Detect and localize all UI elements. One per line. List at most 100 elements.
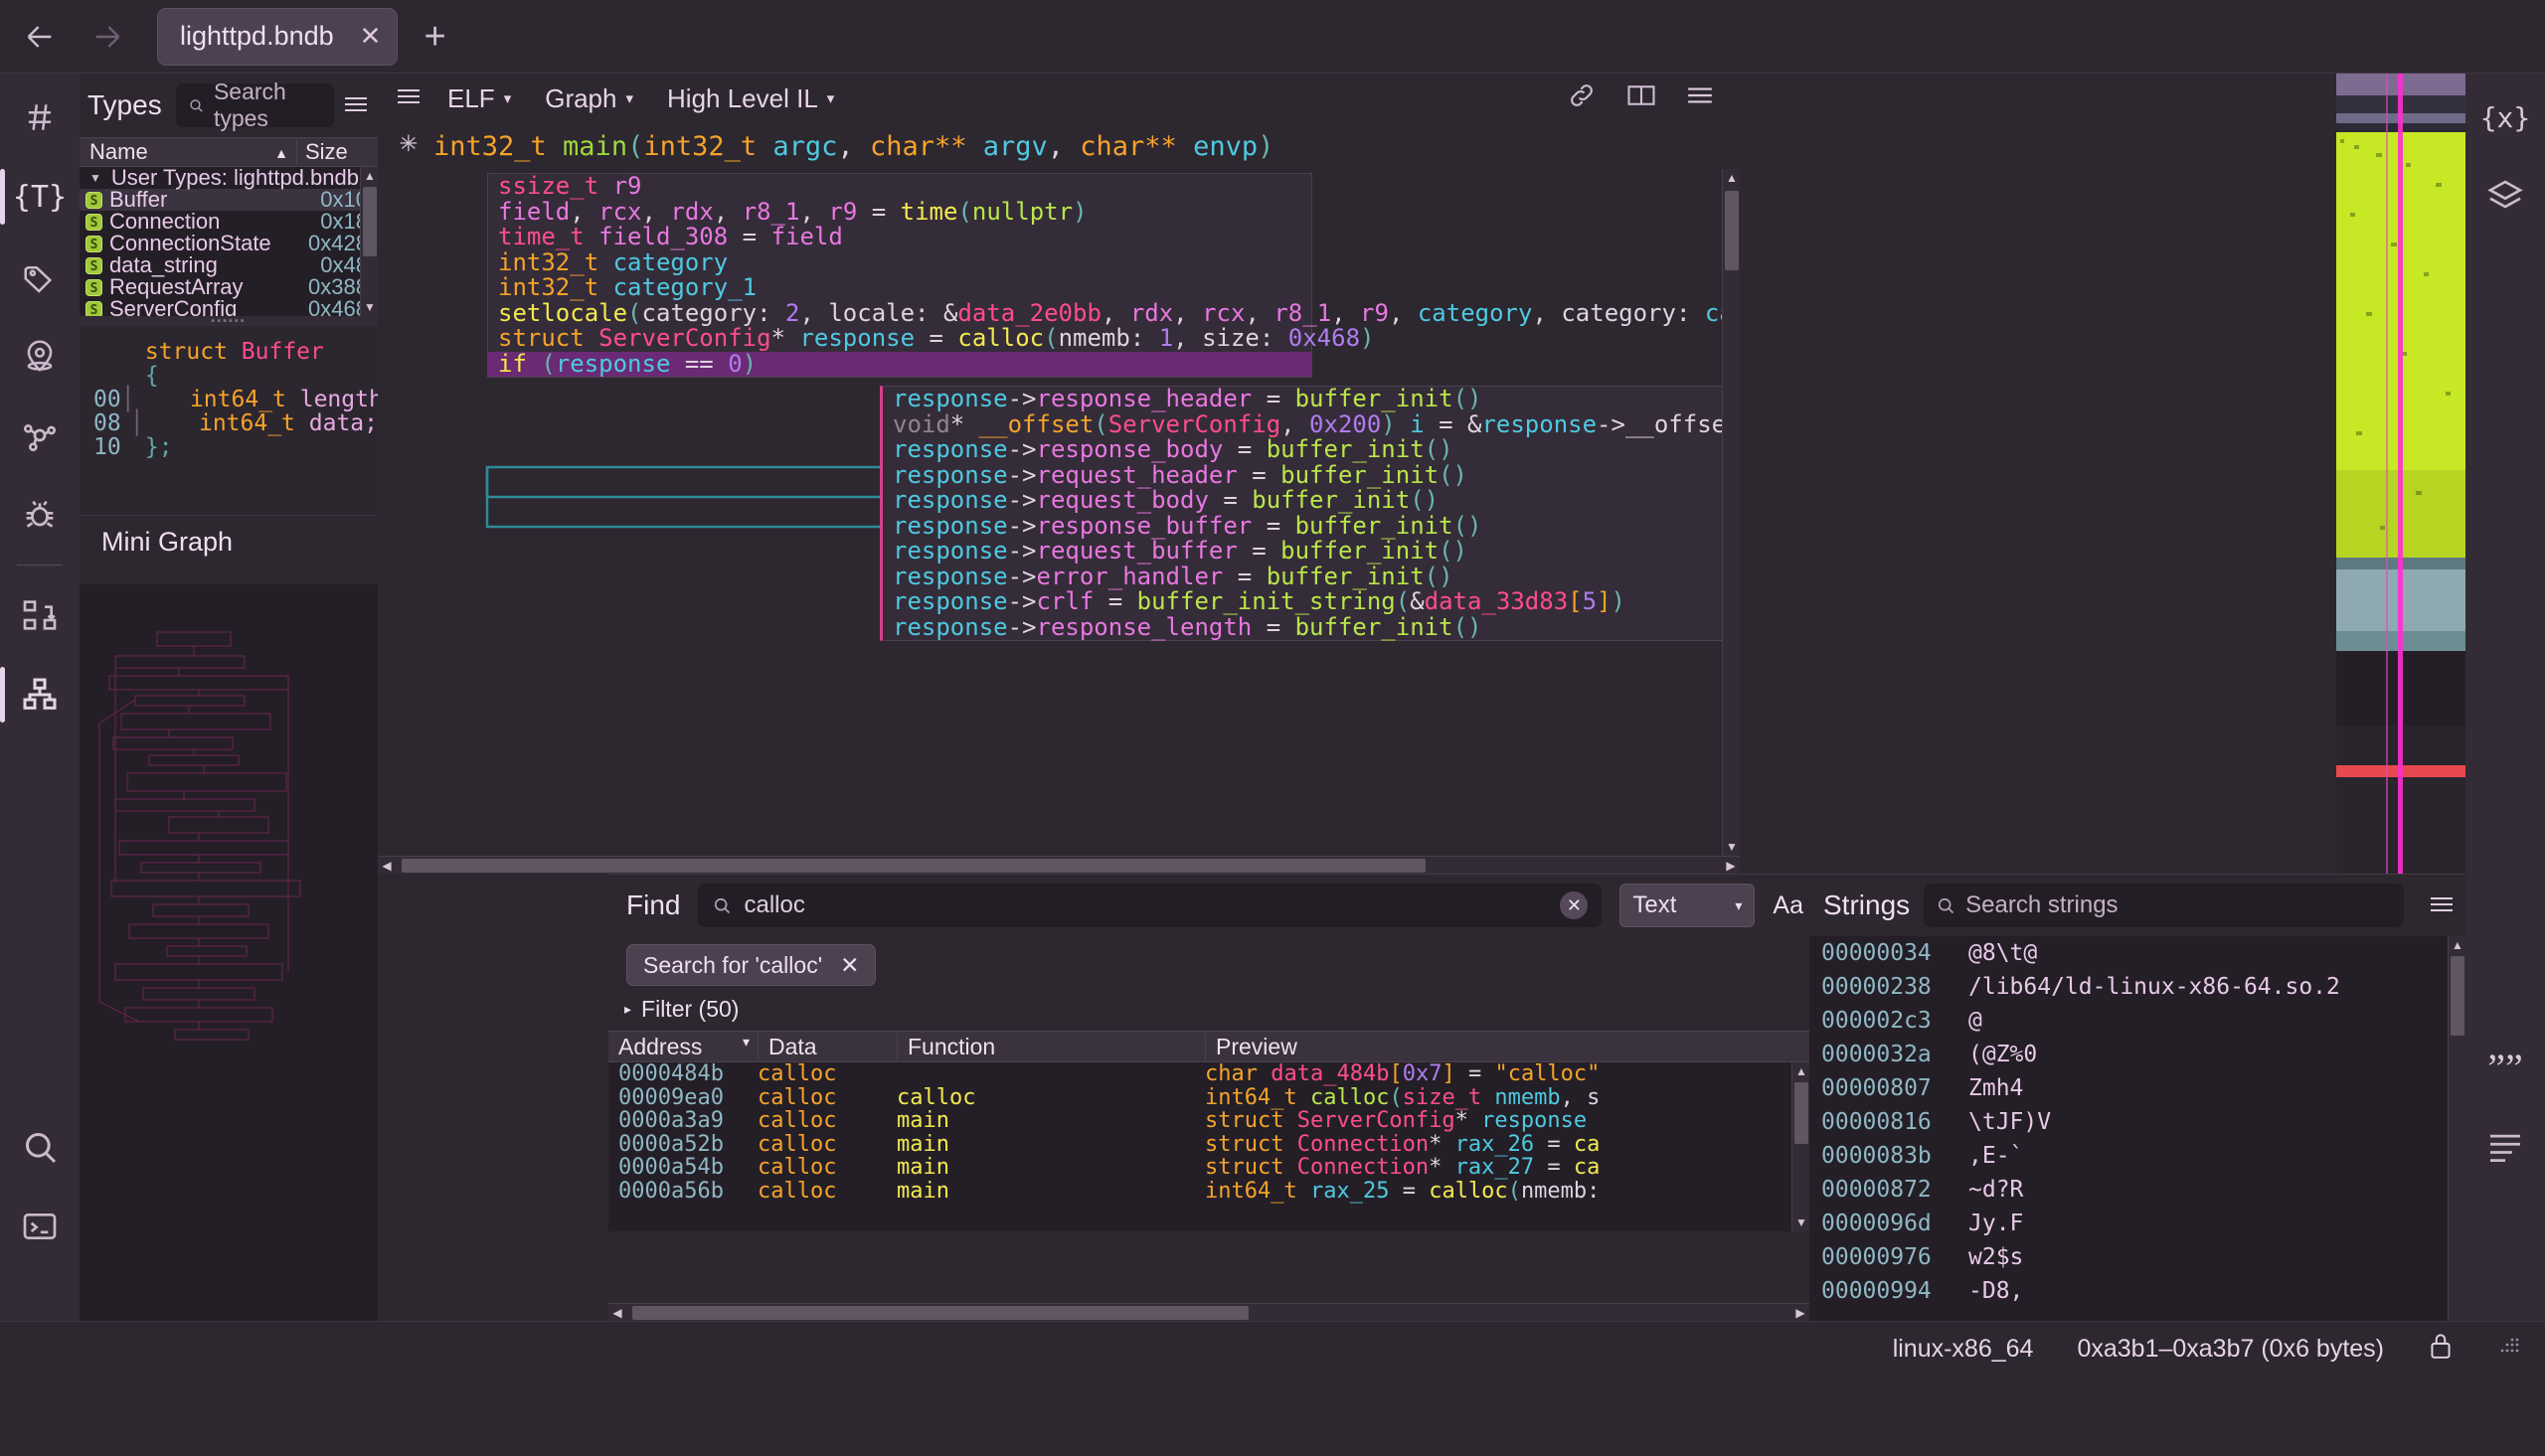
code-line[interactable]: response->request_body = buffer_init() <box>883 488 1740 514</box>
strings-list[interactable]: 00000034@8\t@00000238/lib64/ld-linux-x86… <box>1809 936 2465 1352</box>
code-line[interactable]: response->request_header = buffer_init() <box>883 463 1740 489</box>
filter-toggle[interactable]: ▸ Filter (50) <box>608 986 1809 1031</box>
table-row[interactable]: SBuffer0x10 <box>80 189 378 211</box>
lock-icon[interactable] <box>2428 1331 2454 1368</box>
find-hscrollbar[interactable]: ◀ ▶ <box>608 1303 1809 1321</box>
match-case-button[interactable]: Aa <box>1773 891 1809 920</box>
code-line[interactable]: response->response_body = buffer_init() <box>883 437 1740 463</box>
close-icon[interactable]: ✕ <box>840 952 859 979</box>
graph-nodes-icon[interactable] <box>0 396 80 475</box>
tag-icon[interactable] <box>0 237 80 316</box>
forward-button[interactable] <box>80 9 135 65</box>
scroll-up-icon[interactable]: ▲ <box>361 167 378 185</box>
table-row[interactable]: SConnection0x18 <box>80 211 378 233</box>
code-hscrollbar[interactable]: ◀ ▶ <box>378 856 1740 874</box>
table-row[interactable]: SConnectionState0x428 <box>80 233 378 254</box>
table-row[interactable]: 0000a3a9callocmainstruct ServerConfig* r… <box>608 1109 1809 1133</box>
hamburger-icon[interactable] <box>1686 84 1714 113</box>
strings-vscrollbar[interactable]: ▲ ▼ <box>2448 936 2465 1352</box>
panel-splitter[interactable]: ▪▪▪▪▪▪ <box>80 316 378 326</box>
column-name[interactable]: Name ▲ <box>80 139 296 165</box>
table-row[interactable]: 0000a56bcallocmainint64_t rax_25 = callo… <box>608 1180 1809 1204</box>
code-line[interactable]: int32_t category_1 <box>488 275 1311 301</box>
log-lines-icon[interactable] <box>2465 1107 2545 1187</box>
scroll-down-icon[interactable]: ▼ <box>1792 1213 1809 1231</box>
function-signature[interactable]: int32_t main(int32_t argc, char** argv, … <box>378 123 1740 169</box>
list-item[interactable]: 00000816\tJF)V <box>1809 1105 2465 1139</box>
code-line[interactable]: response->response_header = buffer_init(… <box>883 387 1740 412</box>
table-row[interactable]: Sdata_string0x48 <box>80 254 378 276</box>
code-line[interactable]: time_t field_308 = field <box>488 225 1311 250</box>
mini-graph-canvas[interactable] <box>80 584 378 1375</box>
il-level-selector[interactable]: High Level IL ▾ <box>667 83 834 114</box>
chevron-down-icon[interactable]: ▼ <box>89 171 101 185</box>
list-item[interactable]: 0000096dJy.F <box>1809 1207 2465 1240</box>
column-address[interactable]: Address ▾ <box>608 1034 758 1060</box>
table-row[interactable]: 0000484bcallocchar data_484b[0x7] = "cal… <box>608 1062 1809 1086</box>
scroll-left-icon[interactable]: ◀ <box>378 857 396 874</box>
scroll-left-icon[interactable]: ◀ <box>608 1304 626 1322</box>
struct-line[interactable]: 08│ int64_t data; <box>80 411 378 435</box>
table-row[interactable]: 0000a52bcallocmainstruct Connection* rax… <box>608 1133 1809 1157</box>
find-results-list[interactable]: 0000484bcallocchar data_484b[0x7] = "cal… <box>608 1062 1809 1231</box>
list-item[interactable]: 00000807Zmh4 <box>1809 1071 2465 1105</box>
format-selector[interactable]: ELF ▾ <box>447 83 511 114</box>
strings-quote-icon[interactable]: ”” <box>2465 1028 2545 1107</box>
list-item[interactable]: 00000034@8\t@ <box>1809 936 2465 970</box>
flow-icon[interactable] <box>0 575 80 655</box>
braces-icon[interactable]: {x} <box>2465 78 2545 157</box>
code-line[interactable]: void* __offset(ServerConfig, 0x200) i = … <box>883 412 1740 438</box>
search-icon[interactable] <box>0 1107 80 1187</box>
basic-block-entry[interactable]: ssize_t r9field, rcx, rdx, r8_1, r9 = ti… <box>487 173 1312 378</box>
back-button[interactable] <box>12 9 68 65</box>
mini-graph-icon[interactable] <box>0 655 80 734</box>
types-icon[interactable]: {T} <box>0 157 80 237</box>
column-function[interactable]: Function <box>897 1034 1205 1060</box>
list-item[interactable]: 00000976w2$s <box>1809 1240 2465 1274</box>
split-pane-icon[interactable] <box>1626 82 1656 115</box>
struct-line[interactable]: { <box>80 364 378 388</box>
scroll-up-icon[interactable]: ▲ <box>2449 936 2465 954</box>
graph-canvas[interactable]: ssize_t r9field, rcx, rdx, r8_1, r9 = ti… <box>378 169 1740 874</box>
scroll-down-icon[interactable]: ▼ <box>1723 838 1740 856</box>
search-types-input[interactable]: Search types <box>176 83 334 127</box>
new-tab-button[interactable]: + <box>424 18 445 56</box>
code-line[interactable]: response->crlf = buffer_init_string(&dat… <box>883 589 1740 615</box>
hash-icon[interactable] <box>0 78 80 157</box>
search-chip[interactable]: Search for 'calloc' ✕ <box>626 944 876 986</box>
code-line[interactable]: ssize_t r9 <box>488 174 1311 200</box>
code-line[interactable]: response->response_length = buffer_init(… <box>883 615 1740 641</box>
list-item[interactable]: 0000032a(@Z%0 <box>1809 1038 2465 1071</box>
list-item[interactable]: 00000994-D8, <box>1809 1274 2465 1308</box>
list-item[interactable]: 0000083b,E-` <box>1809 1139 2465 1173</box>
code-line[interactable]: response->error_handler = buffer_init() <box>883 565 1740 590</box>
close-icon[interactable]: ✕ <box>360 21 382 52</box>
scroll-up-icon[interactable]: ▲ <box>1792 1062 1809 1080</box>
struct-line[interactable]: 10 }; <box>80 435 378 459</box>
struct-line[interactable]: struct Buffer <box>80 340 378 364</box>
column-data[interactable]: Data <box>758 1034 897 1060</box>
code-line[interactable]: int32_t category <box>488 250 1311 276</box>
types-group-row[interactable]: ▼User Types: lighttpd.bndb <box>80 167 378 189</box>
view-menu-icon[interactable] <box>396 84 422 113</box>
search-strings-input[interactable]: Search strings <box>1924 884 2404 927</box>
list-item[interactable]: 00000872~d?R <box>1809 1173 2465 1207</box>
code-line[interactable]: if (response == 0) <box>488 352 1311 378</box>
find-mode-select[interactable]: Text ▾ <box>1619 884 1755 927</box>
bug-icon[interactable] <box>0 475 80 555</box>
types-list[interactable]: ▼User Types: lighttpd.bndb SBuffer0x10SC… <box>80 167 378 316</box>
types-scrollbar[interactable]: ▲ ▼ <box>360 167 378 316</box>
scroll-up-icon[interactable]: ▲ <box>1723 169 1740 187</box>
column-preview[interactable]: Preview <box>1205 1034 1809 1060</box>
struct-line[interactable]: 00│ int64_t length; <box>80 388 378 411</box>
document-tab[interactable]: lighttpd.bndb ✕ <box>157 8 398 66</box>
strings-menu-icon[interactable] <box>2418 890 2465 921</box>
view-type-selector[interactable]: Graph ▾ <box>545 83 633 114</box>
resize-grip-icon[interactable] <box>2497 1335 2519 1364</box>
code-line[interactable]: setlocale(category: 2, locale: &data_2e0… <box>488 301 1311 327</box>
code-line[interactable]: field, rcx, rdx, r8_1, r9 = time(nullptr… <box>488 200 1311 226</box>
find-vscrollbar[interactable]: ▲ ▼ <box>1791 1062 1809 1231</box>
scroll-down-icon[interactable]: ▼ <box>361 298 378 316</box>
types-menu-icon[interactable] <box>334 90 378 121</box>
table-row[interactable]: SServerConfig0x468 <box>80 298 378 316</box>
